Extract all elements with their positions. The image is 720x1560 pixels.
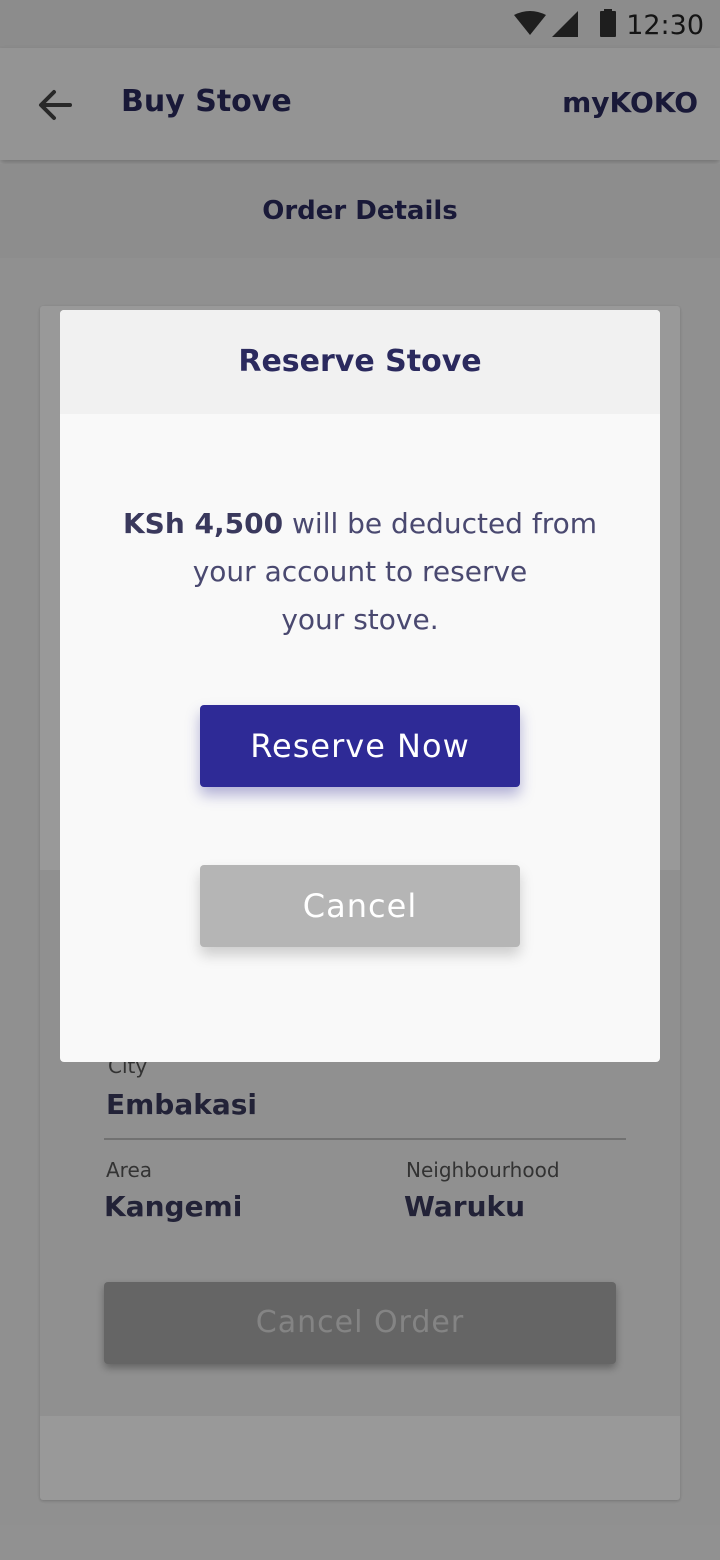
dialog-title: Reserve Stove: [238, 344, 482, 379]
reserve-now-button[interactable]: Reserve Now: [200, 705, 520, 787]
message-line-1: will be deducted from: [283, 507, 598, 540]
message-line-3: your stove.: [281, 603, 439, 636]
reserve-stove-dialog: Reserve Stove KSh 4,500 will be deducted…: [60, 310, 660, 1062]
dialog-header: Reserve Stove: [60, 310, 660, 414]
dialog-message: KSh 4,500 will be deducted from your acc…: [100, 500, 620, 644]
message-line-2: your account to reserve: [192, 555, 528, 588]
reserve-amount: KSh 4,500: [122, 507, 284, 540]
cancel-button[interactable]: Cancel: [200, 865, 520, 947]
